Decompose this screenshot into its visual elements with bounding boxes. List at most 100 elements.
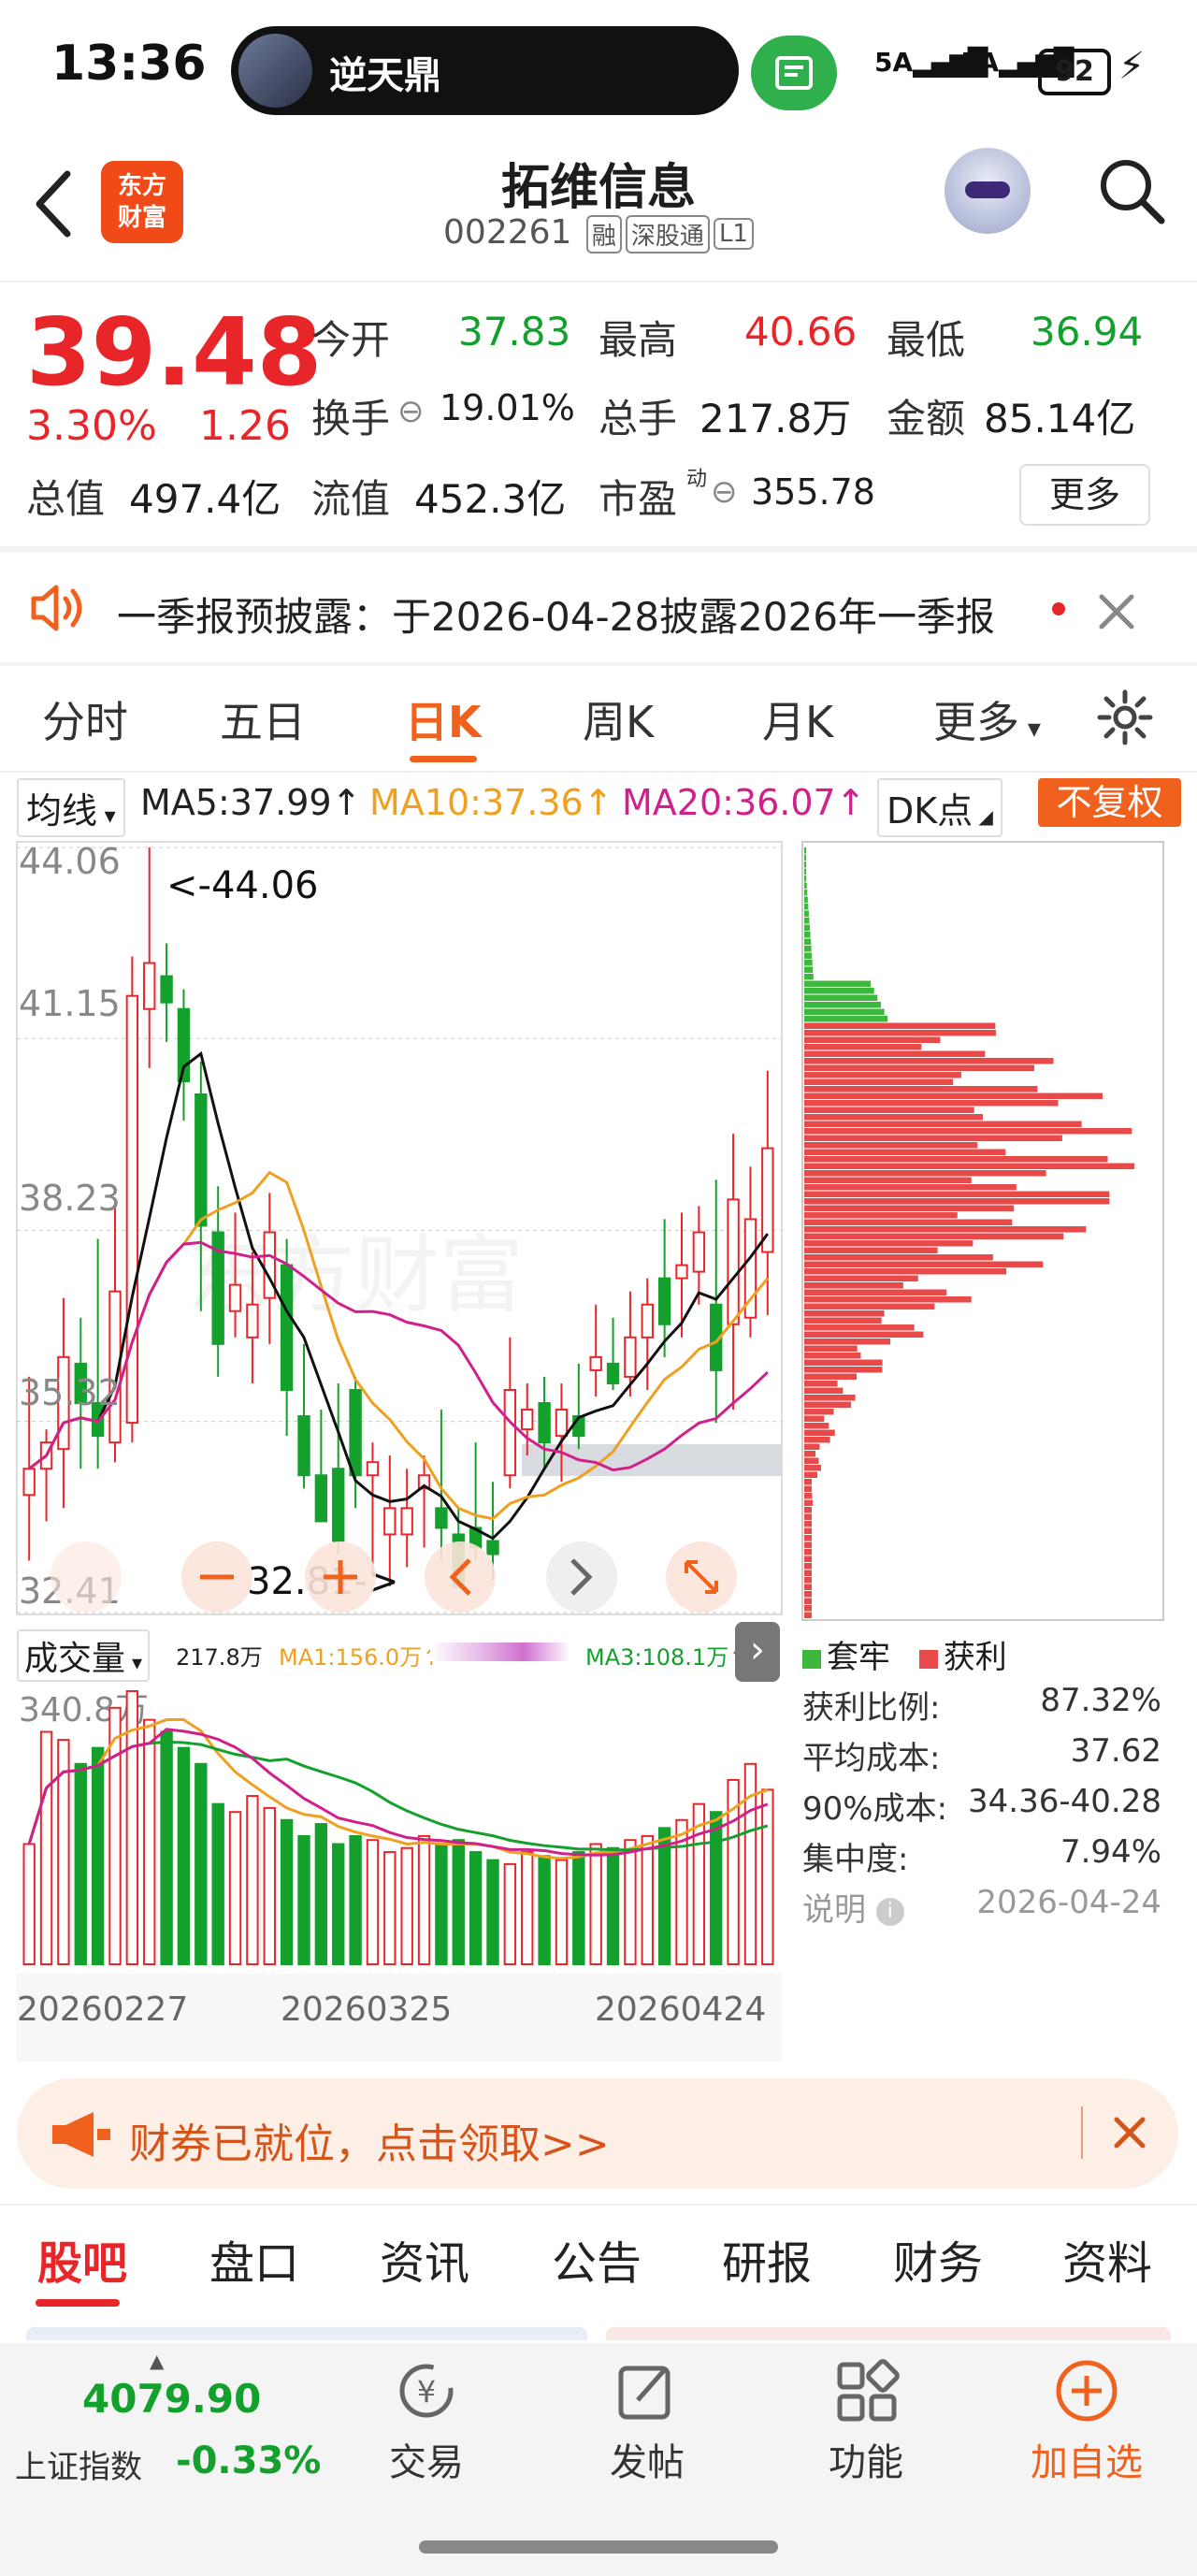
- post-label[interactable]: 发帖: [572, 2432, 722, 2486]
- info-icon[interactable]: ⊖: [397, 393, 425, 430]
- chip-bar: [804, 1121, 1082, 1127]
- add-icon[interactable]: [1053, 2357, 1120, 2424]
- tab-five-day[interactable]: 五日: [220, 688, 306, 750]
- grid-icon[interactable]: [834, 2359, 900, 2424]
- index-value[interactable]: 4079.90: [82, 2376, 261, 2422]
- chip-bar: [804, 1443, 820, 1450]
- chevron-right-icon[interactable]: ›: [735, 1622, 780, 1682]
- volume-bar: [366, 1839, 380, 1965]
- promo-banner[interactable]: 财券已就位，点击领取>>: [17, 2078, 1178, 2189]
- tab-intraday[interactable]: 分时: [42, 688, 128, 750]
- candle: [400, 1507, 413, 1536]
- gear-icon[interactable]: [1096, 688, 1154, 746]
- chip-bar: [804, 1016, 888, 1022]
- edit-icon[interactable]: [613, 2359, 679, 2424]
- chip-bar: [804, 1457, 819, 1464]
- tab-profile[interactable]: 资料: [1062, 2226, 1152, 2292]
- candle: [435, 1507, 448, 1529]
- concentration-value: 7.94%: [1060, 1833, 1161, 1871]
- pan-left-button[interactable]: [425, 1541, 496, 1613]
- volume-bar: [555, 1859, 569, 1965]
- chip-bar: [804, 1485, 812, 1492]
- amount-label: 金额: [887, 396, 966, 441]
- chip-bar: [804, 1044, 922, 1050]
- active-tab-indicator: [36, 2299, 120, 2307]
- chip-bar: [804, 1002, 881, 1008]
- chip-bar: [804, 1107, 974, 1113]
- tab-announcements[interactable]: 公告: [552, 2226, 642, 2292]
- indicator-selector[interactable]: 均线 ▾: [17, 778, 125, 837]
- active-tab-indicator: [410, 756, 477, 762]
- chip-bar: [804, 1493, 813, 1499]
- volume-bar: [332, 1843, 345, 1965]
- tab-more[interactable]: 更多 ▾: [933, 688, 1041, 750]
- close-icon[interactable]: [1096, 591, 1137, 632]
- chip-bar: [804, 1036, 941, 1043]
- search-icon[interactable]: [1096, 155, 1167, 230]
- add-watchlist-label[interactable]: 加自选: [1012, 2432, 1161, 2486]
- dk-selector[interactable]: DK点 ◢: [877, 778, 1002, 837]
- adjust-toggle[interactable]: 不复权: [1038, 778, 1181, 827]
- pan-right-button[interactable]: [546, 1541, 617, 1613]
- float-cap-label: 流值: [311, 476, 391, 522]
- more-quote-button[interactable]: 更多: [1019, 464, 1150, 526]
- volume-bar: [503, 1862, 517, 1965]
- chip-bar: [804, 861, 806, 868]
- prev-button[interactable]: [50, 1541, 122, 1613]
- close-icon[interactable]: [1113, 2116, 1147, 2149]
- kline-chart[interactable]: 东方财富 44.06 41.15 38.23 35.32 32.41 <-44.…: [0, 836, 795, 1631]
- pe-value: 355.78: [751, 471, 875, 513]
- date-label: 20260325: [281, 1990, 452, 2029]
- assistant-robot-icon[interactable]: [945, 148, 1031, 234]
- chip-bar: [804, 1563, 812, 1570]
- candle: [280, 1264, 294, 1391]
- floating-notification-pill[interactable]: 逆天鼎: [231, 26, 739, 115]
- fullscreen-button[interactable]: [666, 1541, 737, 1613]
- volume-selector[interactable]: 成交量 ▾: [17, 1629, 151, 1682]
- tab-monthly-k[interactable]: 月K: [762, 688, 833, 750]
- y-label: 41.15: [19, 983, 121, 1024]
- chip-bar: [804, 1345, 858, 1352]
- unread-dot: [1052, 602, 1065, 615]
- chip-bar: [804, 882, 807, 889]
- chevron-up-icon[interactable]: ▲: [150, 2350, 164, 2372]
- megaphone-icon: [52, 2112, 110, 2157]
- tab-forum[interactable]: 股吧: [37, 2226, 127, 2292]
- wallet-icon[interactable]: [751, 36, 837, 110]
- volume-bar: [435, 1843, 448, 1965]
- tab-orderbook[interactable]: 盘口: [209, 2226, 299, 2292]
- info-icon-2[interactable]: ⊖: [711, 473, 738, 511]
- tab-research[interactable]: 研报: [722, 2226, 812, 2292]
- chip-bar: [804, 1072, 961, 1078]
- volume-bar: [383, 1851, 397, 1965]
- chip-bar: [804, 932, 811, 938]
- tab-daily-k[interactable]: 日K: [405, 688, 482, 750]
- explain-link[interactable]: 说明 i: [802, 1884, 904, 1930]
- chip-bar: [804, 1556, 812, 1562]
- index-name[interactable]: 上证指数: [15, 2441, 142, 2487]
- trade-label[interactable]: 交易: [352, 2432, 501, 2486]
- chip-bar: [804, 1387, 844, 1394]
- zoom-in-button[interactable]: [305, 1541, 376, 1613]
- y-label: 44.06: [19, 841, 121, 882]
- functions-label[interactable]: 功能: [791, 2432, 941, 2486]
- high-label: 最高: [598, 317, 678, 363]
- chip-bar: [804, 1471, 817, 1478]
- volume-bar: [74, 1762, 87, 1965]
- volume-bar: [589, 1843, 602, 1965]
- chip-bar: [804, 1240, 973, 1247]
- zoom-out-button[interactable]: [181, 1541, 252, 1613]
- chip-bar: [804, 910, 809, 917]
- volume-current: 217.8万: [176, 1644, 263, 1671]
- tab-weekly-k[interactable]: 周K: [583, 688, 654, 750]
- tab-finance[interactable]: 财务: [893, 2226, 983, 2292]
- tab-news[interactable]: 资讯: [380, 2226, 469, 2292]
- trade-icon[interactable]: ¥: [393, 2359, 460, 2424]
- home-indicator: [419, 2540, 778, 2554]
- avg-cost-label: 平均成本:: [802, 1740, 941, 1777]
- chip-bar: [804, 1577, 812, 1584]
- volume-bar: [538, 1855, 551, 1965]
- speaker-icon: [31, 585, 82, 631]
- volume-bar: [349, 1834, 362, 1965]
- change-value: 1.26: [199, 402, 291, 450]
